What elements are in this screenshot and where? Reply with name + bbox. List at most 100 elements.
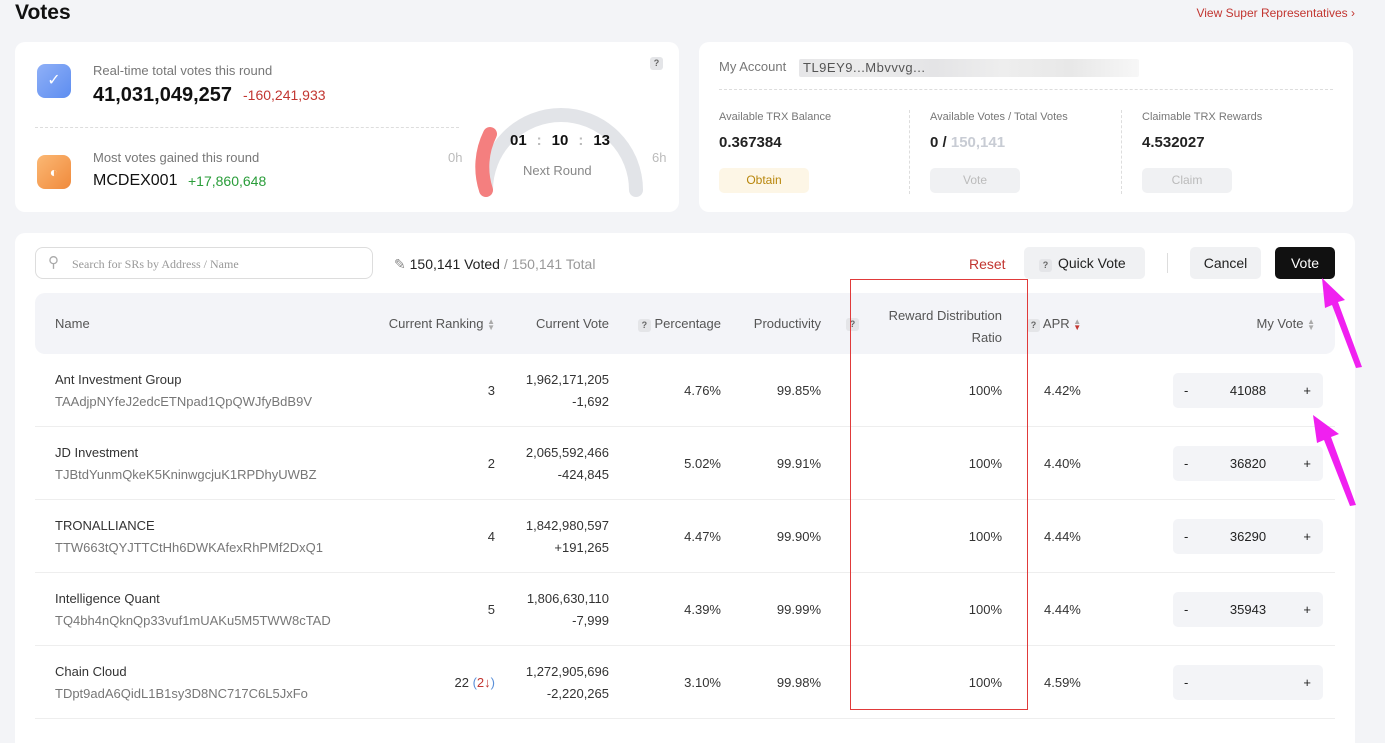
increment-button[interactable]: + [1303, 529, 1311, 544]
search-placeholder: Search for SRs by Address / Name [72, 257, 239, 271]
header-my-vote[interactable]: My Vote ▲ ▼ [1256, 316, 1315, 331]
sr-name-link[interactable]: TRONALLIANCE [55, 518, 155, 533]
my-vote-input[interactable]: 36290 [1173, 529, 1323, 544]
header-ranking-label: Current Ranking [388, 316, 484, 331]
sr-address[interactable]: TJBtdYunmQkeK5KninwgcjuK1RPDhyUWBZ [55, 467, 317, 482]
header-current-vote: Current Vote [536, 316, 609, 331]
ranking-value: 3 [487, 383, 495, 398]
sort-icon[interactable]: ▲ ▼ [487, 317, 495, 331]
my-vote-input[interactable]: 36820 [1173, 456, 1323, 471]
my-vote-input[interactable]: 41088 [1173, 383, 1323, 398]
account-vote-button[interactable]: Vote [930, 168, 1020, 193]
sr-apr: 4.59% [1044, 675, 1081, 690]
rewards-value: 4.532027 [1142, 134, 1205, 151]
sr-address[interactable]: TQ4bh4nQknQp33vuf1mUAKu5M5TWW8cTAD [55, 613, 331, 628]
balance-label: Available TRX Balance [719, 111, 832, 123]
increment-button[interactable]: + [1303, 383, 1311, 398]
divider [909, 110, 910, 194]
page-title: Votes [15, 1, 71, 24]
ranking-value: 22 [454, 675, 469, 690]
ranking-value: 5 [487, 602, 495, 617]
claim-button[interactable]: Claim [1142, 168, 1232, 193]
sr-address[interactable]: TDpt9adA6QidL1B1sy3D8NC717C6L5JxFo [55, 686, 308, 701]
obtain-button[interactable]: Obtain [719, 168, 809, 193]
sr-apr: 4.44% [1044, 529, 1081, 544]
sr-vote-change: +191,265 [554, 540, 609, 555]
gauge-start: 0h [448, 150, 463, 165]
sr-address[interactable]: TAAdjpNYfeJ2edcETNpad1QpQWJfyBdB9V [55, 394, 312, 409]
divider [35, 127, 459, 128]
sr-percentage: 3.10% [684, 675, 721, 690]
help-icon[interactable]: ? [650, 57, 663, 70]
ballot-icon: ✎ [394, 256, 406, 272]
gauge-progress [475, 127, 497, 197]
sr-productivity: 99.99% [776, 602, 821, 617]
votes-value: 0 / 150,141 [930, 134, 1005, 151]
quick-vote-button[interactable]: ? Quick Vote [1024, 247, 1145, 279]
round-card: ✓ Real-time total votes this round 41,03… [15, 42, 679, 212]
table-row: Intelligence Quant TQ4bh4nQknQp33vuf1mUA… [35, 573, 1335, 646]
header-apr-label: APR [1042, 316, 1070, 331]
most-gained-name[interactable]: MCDEX001 [93, 172, 177, 190]
table-row: JD Investment TJBtdYunmQkeK5KninwgcjuK1R… [35, 427, 1335, 500]
reset-button[interactable]: Reset [969, 256, 1006, 272]
sr-ranking: 5 [488, 602, 495, 617]
sr-name-link[interactable]: Intelligence Quant [55, 591, 160, 606]
timer-sep: : [536, 132, 542, 149]
sr-current-vote: 1,272,905,696 [525, 664, 609, 679]
voted-summary: ✎ 150,141 Voted / 150,141 Total [394, 256, 595, 273]
sr-name-link[interactable]: Ant Investment Group [55, 372, 181, 387]
most-gained-label: Most votes gained this round [93, 150, 260, 165]
account-card: My Account TL9EY9...Mbvvvg... Available … [699, 42, 1353, 212]
total-votes-change: -160,241,933 [243, 87, 326, 103]
sr-address[interactable]: TTW663tQYJTTCtHh6DWKAfexRhPMf2DxQ1 [55, 540, 323, 555]
balance-value: 0.367384 [719, 134, 782, 151]
timer-sep: : [578, 132, 584, 149]
table-row: TRONALLIANCE TTW663tQYJTTCtHh6DWKAfexRhP… [35, 500, 1335, 573]
sr-ranking: 3 [488, 383, 495, 398]
decrement-button[interactable]: - [1184, 675, 1188, 690]
sr-ranking: 22 (2↓) [454, 675, 495, 690]
quick-vote-label: Quick Vote [1058, 255, 1126, 271]
header-percentage-label: Percentage [654, 316, 722, 331]
increment-button[interactable]: + [1303, 602, 1311, 617]
help-icon[interactable]: ? [1039, 259, 1052, 272]
sr-name-link[interactable]: JD Investment [55, 445, 138, 460]
sr-productivity: 99.91% [776, 456, 821, 471]
total-votes-value: 41,031,049,257 [93, 84, 233, 106]
divider [719, 89, 1333, 90]
divider [1121, 110, 1122, 194]
sr-productivity: 99.98% [776, 675, 821, 690]
sort-icon[interactable]: ▲ ▼ [1073, 317, 1081, 331]
countdown-timer: 01:10:13 [510, 132, 610, 149]
header-my-vote-label: My Vote [1256, 316, 1304, 331]
search-icon: ⚲ [48, 254, 59, 271]
increment-button[interactable]: + [1303, 456, 1311, 471]
help-icon[interactable]: ? [637, 319, 651, 332]
view-super-representatives-link[interactable]: View Super Representatives › [1196, 6, 1355, 20]
sr-vote-change: -2,220,265 [546, 686, 609, 701]
cancel-button[interactable]: Cancel [1190, 247, 1261, 279]
sr-productivity: 99.90% [776, 529, 821, 544]
header-name: Name [55, 316, 90, 331]
help-icon[interactable]: ? [1027, 319, 1040, 332]
sr-current-vote: 1,962,171,205 [525, 372, 609, 387]
votes-label: Available Votes / Total Votes [930, 111, 1068, 123]
search-input[interactable]: ⚲ Search for SRs by Address / Name [35, 247, 373, 279]
increment-button[interactable]: + [1303, 675, 1311, 690]
header-apr[interactable]: ? APR ▲ ▼ [1027, 316, 1081, 332]
gauge-end: 6h [652, 150, 667, 165]
sr-percentage: 4.76% [684, 383, 721, 398]
sr-ranking: 4 [488, 529, 495, 544]
sr-apr: 4.40% [1044, 456, 1081, 471]
my-vote-input[interactable]: 35943 [1173, 602, 1323, 617]
header-ranking[interactable]: Current Ranking ▲ ▼ [389, 316, 495, 331]
most-gained-change: +17,860,648 [188, 173, 267, 189]
account-address[interactable]: TL9EY9...Mbvvvg... [803, 60, 925, 75]
sr-current-vote: 1,842,980,597 [525, 518, 609, 533]
vote-button[interactable]: Vote [1275, 247, 1335, 279]
trophy-icon: ◐ [37, 155, 71, 189]
sr-name-link[interactable]: Chain Cloud [55, 664, 127, 679]
sort-icon[interactable]: ▲ ▼ [1307, 317, 1315, 331]
highlight-box [850, 279, 1028, 710]
